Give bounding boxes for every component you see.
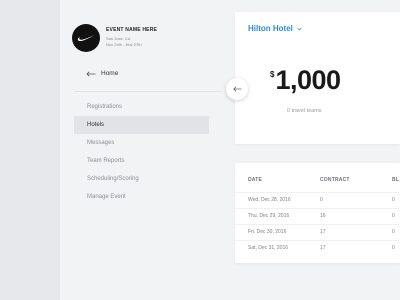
home-link[interactable]: Home bbox=[86, 70, 118, 77]
sidebar-item-manage-event[interactable]: Manage Event bbox=[74, 188, 209, 206]
sidebar-item-hotels[interactable]: Hotels bbox=[74, 116, 209, 134]
cell-bl: 0 bbox=[392, 245, 395, 251]
sidebar-item-messages[interactable]: Messages bbox=[74, 134, 209, 152]
sidebar: EVENT NAME HERE San Jose, CA Nov 24th - … bbox=[60, 0, 230, 300]
hotel-price: $ 1,000 bbox=[270, 65, 341, 95]
cell-contract: 0 bbox=[320, 197, 323, 203]
sidebar-nav: Registrations Hotels Messages Team Repor… bbox=[74, 98, 209, 206]
table-row[interactable]: Wed, Dec 28, 2016 0 0 bbox=[235, 192, 400, 207]
cell-date: Thu, Dec 29, 2016 bbox=[248, 213, 290, 219]
hotel-summary-card: Hilton Hotel $ 1,000 0 travel teams bbox=[235, 12, 400, 144]
arrow-left-icon bbox=[86, 71, 96, 76]
sidebar-item-team-reports[interactable]: Team Reports bbox=[74, 152, 209, 170]
cell-date: Sat, Dec 31, 2016 bbox=[248, 245, 289, 251]
cell-date: Fri, Dec 30, 2016 bbox=[248, 229, 287, 235]
event-location: San Jose, CA bbox=[106, 36, 131, 41]
cell-contract: 17 bbox=[320, 245, 326, 251]
app-window: EVENT NAME HERE San Jose, CA Nov 24th - … bbox=[60, 0, 400, 300]
cell-contract: 16 bbox=[320, 213, 326, 219]
sidebar-item-scheduling-scoring[interactable]: Scheduling/Scoring bbox=[74, 170, 209, 188]
table-row[interactable]: Sat, Dec 31, 2016 17 0 bbox=[235, 240, 400, 255]
column-header-bl: BL bbox=[392, 177, 400, 183]
event-name: EVENT NAME HERE bbox=[106, 27, 158, 33]
column-header-contract: CONTRACT bbox=[320, 177, 350, 183]
sidebar-divider bbox=[74, 91, 222, 92]
table-row[interactable]: Fri, Dec 30, 2016 17 0 bbox=[235, 224, 400, 239]
cell-bl: 0 bbox=[392, 213, 395, 219]
column-header-date: DATE bbox=[248, 177, 263, 183]
price-amount: 1,000 bbox=[275, 65, 341, 95]
sidebar-item-registrations[interactable]: Registrations bbox=[74, 98, 209, 116]
event-dates: Nov 24th - Nov 27th bbox=[106, 42, 142, 47]
back-button[interactable] bbox=[226, 78, 248, 100]
cell-date: Wed, Dec 28, 2016 bbox=[248, 197, 291, 203]
room-block-table: DATE CONTRACT BL Wed, Dec 28, 2016 0 0 T… bbox=[235, 163, 400, 263]
cell-bl: 0 bbox=[392, 197, 395, 203]
event-logo bbox=[72, 24, 100, 52]
swoosh-icon bbox=[77, 35, 94, 41]
currency-symbol: $ bbox=[270, 70, 275, 79]
travel-teams-count: 0 travel teams bbox=[287, 108, 322, 114]
hotel-name: Hilton Hotel bbox=[248, 24, 293, 33]
home-label: Home bbox=[101, 70, 119, 77]
cell-bl: 0 bbox=[392, 229, 395, 235]
hotel-dropdown[interactable]: Hilton Hotel bbox=[248, 24, 302, 33]
arrow-left-icon bbox=[232, 86, 241, 92]
table-row[interactable]: Thu, Dec 29, 2016 16 0 bbox=[235, 208, 400, 223]
chevron-down-icon bbox=[297, 27, 302, 31]
cell-contract: 17 bbox=[320, 229, 326, 235]
